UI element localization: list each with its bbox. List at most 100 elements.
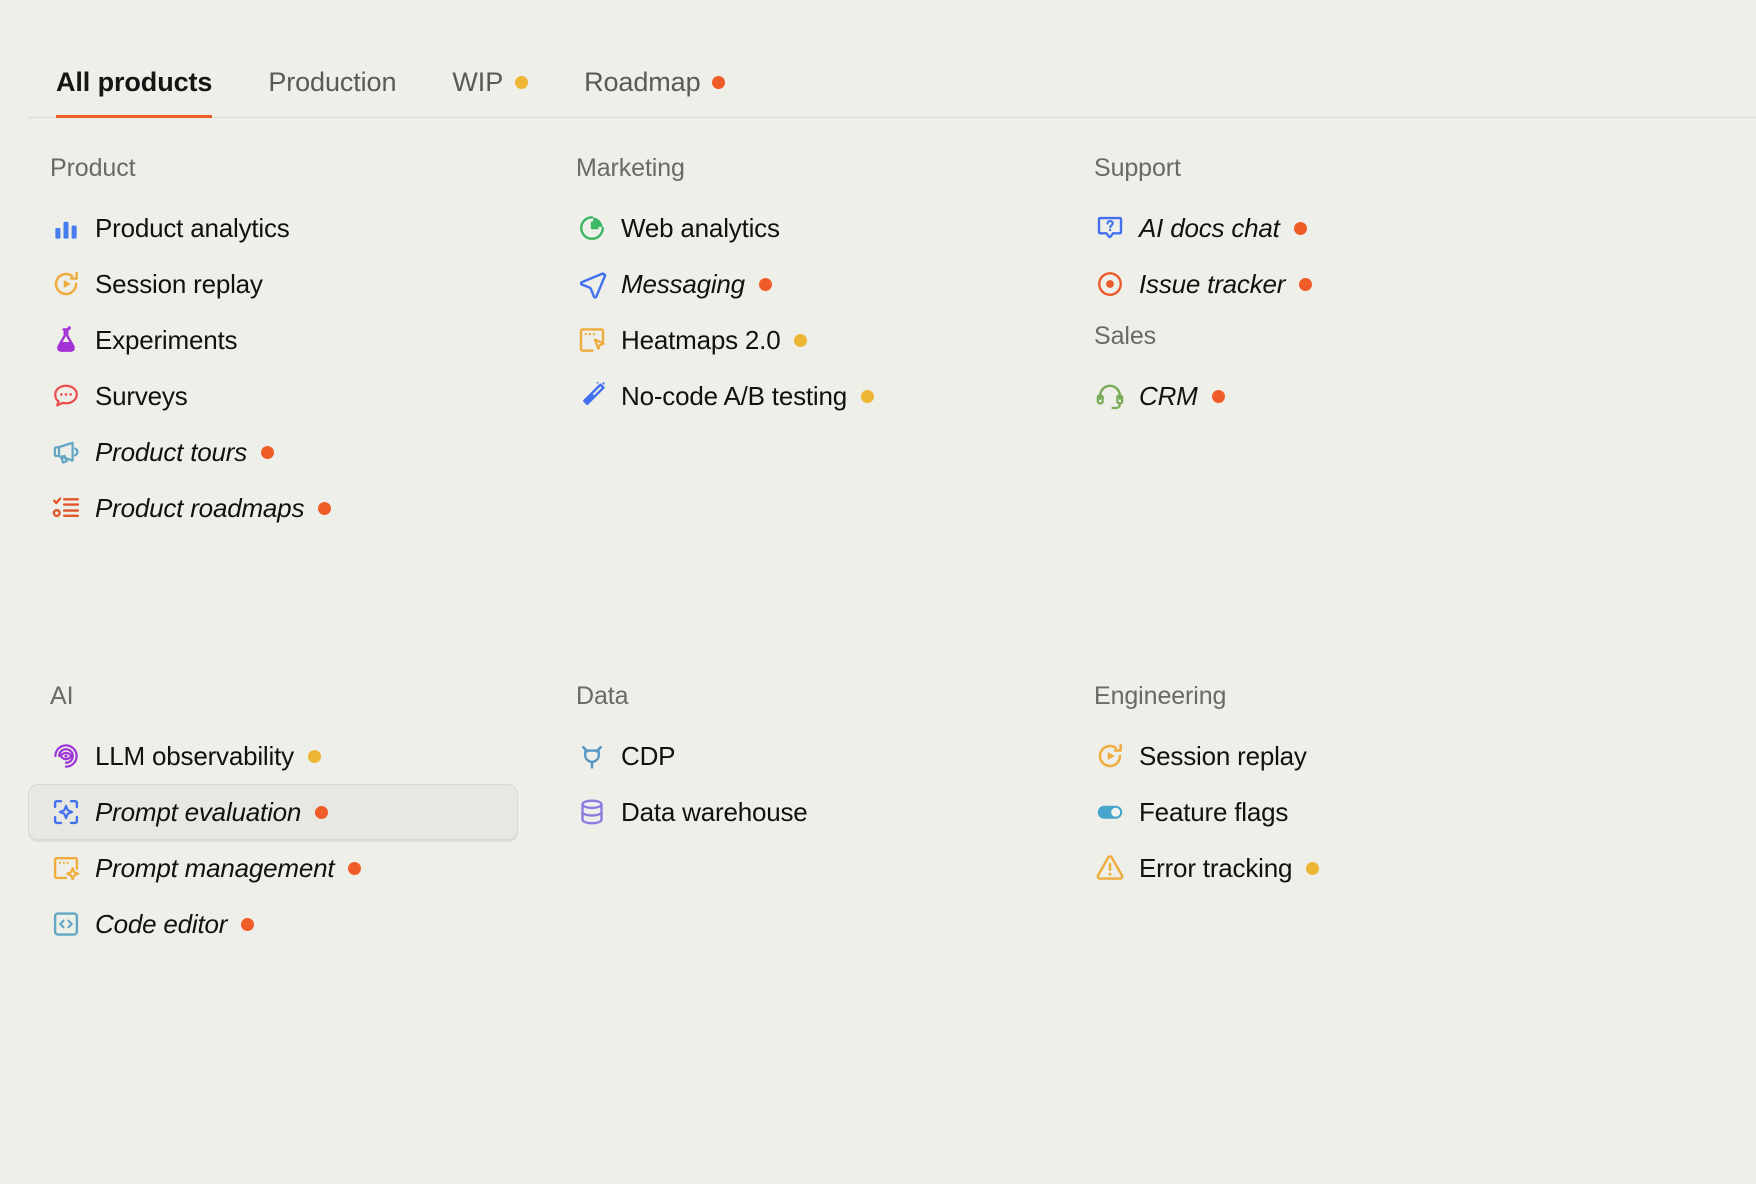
group-title: Data — [576, 682, 629, 710]
product-item-feature-flags[interactable]: Feature flags — [1072, 784, 1305, 840]
status-dot-orange — [348, 861, 362, 875]
status-dot-orange — [241, 917, 255, 931]
tab-wip[interactable]: WIP — [424, 67, 556, 118]
question-chat-icon — [1095, 213, 1125, 243]
product-grid-row-1: Product Product analytics Session replay Ex… — [0, 118, 1756, 536]
column-1-3: Support AI docs chat Issue tracker Sales CRM — [1036, 144, 1756, 536]
product-item-label: Code editor — [95, 908, 228, 939]
tab-label: All products — [56, 67, 213, 97]
chat-dots-icon — [51, 381, 81, 411]
product-item-label: Web analytics — [621, 212, 780, 243]
group-engineering: Engineering Session replay Feature flags Er… — [1072, 672, 1756, 896]
tab-label: Roadmap — [584, 67, 701, 97]
product-menu-page: All products Production WIP Roadmap Product… — [0, 0, 1756, 1184]
product-item-label: LLM observability — [95, 740, 294, 771]
prompt-card-icon — [51, 853, 81, 883]
status-dot-orange — [712, 76, 726, 89]
product-item-product-roadmaps[interactable]: Product roadmaps — [28, 480, 348, 536]
product-item-label: CRM — [1139, 380, 1198, 411]
bar-chart-icon — [51, 213, 81, 243]
status-dot-yellow — [1306, 861, 1320, 875]
product-item-prompt-evaluation[interactable]: Prompt evaluation — [28, 784, 518, 840]
tab-roadmap[interactable]: Roadmap — [556, 67, 753, 118]
product-grid-row-2: AI LLM observability Prompt evaluation Prom… — [0, 646, 1756, 952]
megaphone-icon — [51, 437, 81, 467]
eye-target-icon — [51, 741, 81, 771]
product-item-label: Prompt management — [95, 852, 335, 883]
group-title: Sales — [1094, 322, 1157, 350]
column-1-1: Product Product analytics Session replay Ex… — [0, 144, 518, 536]
checklist-icon — [51, 493, 81, 523]
product-item-product-analytics[interactable]: Product analytics — [28, 200, 307, 256]
status-dot-orange — [1211, 389, 1225, 403]
product-item-llm-observability[interactable]: LLM observability — [28, 728, 338, 784]
heatmap-icon — [577, 325, 607, 355]
sparkle-box-icon — [51, 797, 81, 827]
product-item-label: Product tours — [95, 436, 248, 467]
status-dot-yellow — [794, 333, 808, 347]
product-item-prompt-management[interactable]: Prompt management — [28, 840, 378, 896]
warning-icon — [1095, 853, 1125, 883]
tab-label: Production — [268, 67, 397, 97]
group-marketing: Marketing Web analytics Messaging Heatmaps … — [554, 144, 1036, 424]
replay-icon — [1095, 741, 1125, 771]
column-2-2: Data CDP Data warehouse — [518, 672, 1036, 952]
send-icon — [577, 269, 607, 299]
product-item-error-tracking[interactable]: Error tracking — [1072, 840, 1336, 896]
product-item-ai-docs-chat[interactable]: AI docs chat — [1072, 200, 1324, 256]
toggle-icon — [1095, 797, 1125, 827]
status-dot-orange — [1299, 277, 1313, 291]
wand-icon — [577, 381, 607, 411]
pie-chart-icon — [577, 213, 607, 243]
product-item-label: Session replay — [1139, 740, 1307, 771]
product-item-label: CDP — [621, 740, 676, 771]
group-title: Engineering — [1094, 682, 1227, 710]
plug-icon — [577, 741, 607, 771]
product-item-session-replay[interactable]: Session replay — [28, 256, 280, 312]
group-support: Support AI docs chat Issue tracker — [1072, 144, 1756, 312]
group-title: AI — [50, 682, 74, 710]
product-item-product-tours[interactable]: Product tours — [28, 424, 291, 480]
product-item-crm[interactable]: CRM — [1072, 368, 1242, 424]
product-item-label: Error tracking — [1139, 852, 1293, 883]
product-item-issue-tracker[interactable]: Issue tracker — [1072, 256, 1329, 312]
product-item-label: Messaging — [621, 268, 745, 299]
tab-production[interactable]: Production — [240, 67, 424, 118]
replay-icon — [51, 269, 81, 299]
database-icon — [577, 797, 607, 827]
group-ai: AI LLM observability Prompt evaluation Prom… — [28, 672, 518, 952]
product-item-messaging[interactable]: Messaging — [554, 256, 789, 312]
tab-label: WIP — [452, 67, 504, 97]
status-dot-orange — [758, 277, 772, 291]
product-item-cdp[interactable]: CDP — [554, 728, 692, 784]
column-2-1: AI LLM observability Prompt evaluation Prom… — [0, 672, 518, 952]
status-dot-orange — [318, 501, 332, 515]
status-dot-yellow — [307, 749, 321, 763]
product-item-label: Data warehouse — [621, 796, 808, 827]
status-dot-orange — [261, 445, 275, 459]
group-data: Data CDP Data warehouse — [554, 672, 1036, 840]
status-dot-yellow — [515, 76, 529, 89]
product-item-no-code-a-b-testing[interactable]: No-code A/B testing — [554, 368, 891, 424]
status-dot-orange — [315, 805, 329, 819]
column-2-3: Engineering Session replay Feature flags Er… — [1036, 672, 1756, 952]
product-item-heatmaps-2-0[interactable]: Heatmaps 2.0 — [554, 312, 824, 368]
product-item-surveys[interactable]: Surveys — [28, 368, 205, 424]
product-item-label: Product analytics — [95, 212, 290, 243]
headset-icon — [1095, 381, 1125, 411]
group-title: Product — [50, 154, 136, 182]
product-item-session-replay[interactable]: Session replay — [1072, 728, 1324, 784]
product-item-web-analytics[interactable]: Web analytics — [554, 200, 797, 256]
group-sales: Sales CRM — [1072, 312, 1756, 424]
product-item-label: Surveys — [95, 380, 188, 411]
product-item-label: Experiments — [95, 324, 238, 355]
product-item-label: Issue tracker — [1139, 268, 1286, 299]
product-item-experiments[interactable]: Experiments — [28, 312, 254, 368]
product-item-code-editor[interactable]: Code editor — [28, 896, 271, 952]
group-title: Support — [1094, 154, 1181, 182]
tab-all-products[interactable]: All products — [28, 67, 240, 118]
tab-bar: All products Production WIP Roadmap — [0, 0, 1756, 118]
target-icon — [1095, 269, 1125, 299]
product-item-label: No-code A/B testing — [621, 380, 847, 411]
product-item-data-warehouse[interactable]: Data warehouse — [554, 784, 825, 840]
